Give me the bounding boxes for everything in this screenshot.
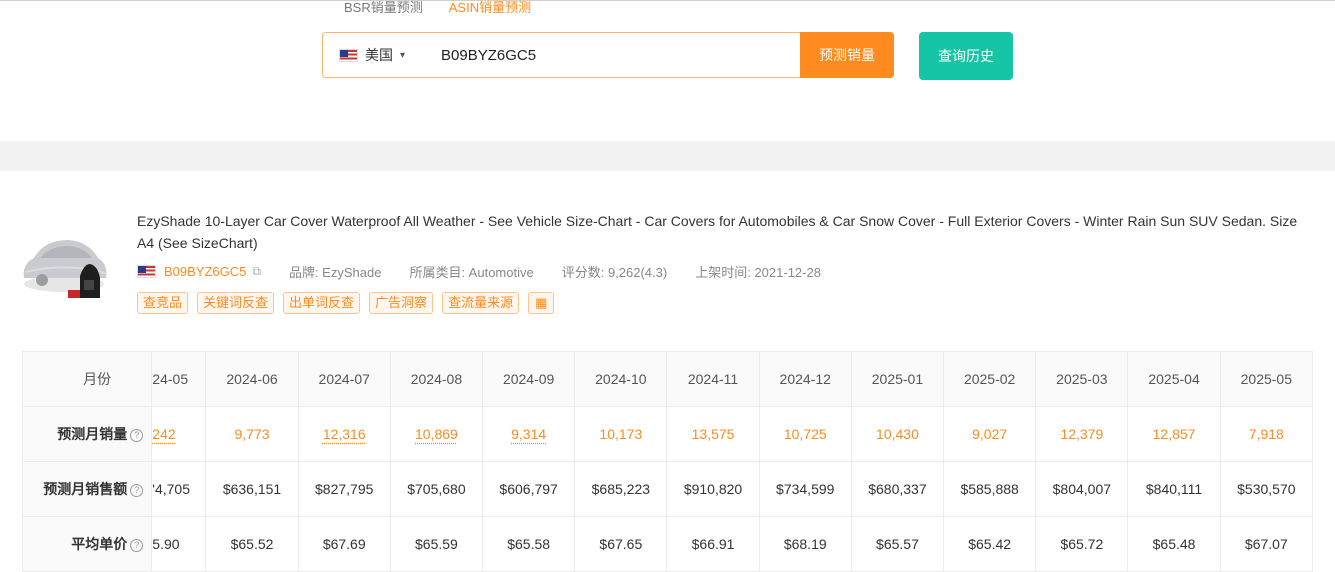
- price-cell: $67.07: [1219, 516, 1314, 572]
- product-meta: B09BYZ6GC5 ⧉ 品牌: EzyShade 所属类目: Automoti…: [137, 262, 849, 280]
- revenue-cell: $685,223: [574, 461, 668, 517]
- revenue-cell: $606,797: [482, 461, 576, 517]
- predict-sales-button[interactable]: 预测销量: [800, 32, 894, 78]
- sales-cell[interactable]: 12,379: [1035, 406, 1129, 462]
- price-cell: $65.57: [850, 516, 945, 572]
- top-divider: [0, 0, 1335, 1]
- keyword-reverse-button[interactable]: 关键词反查: [197, 292, 275, 314]
- help-icon[interactable]: ?: [130, 428, 144, 442]
- sales-cell[interactable]: 10,430: [850, 406, 945, 462]
- table-row: 预测月销量? 242 9,773 12,316 10,869 9,314 10,…: [21, 406, 1314, 462]
- month-cell: 2024-09: [482, 351, 576, 407]
- chevron-down-icon: ▾: [400, 49, 406, 61]
- sales-cell[interactable]: 13,575: [666, 406, 760, 462]
- price-cell: $65.72: [1035, 516, 1129, 572]
- price-cell: $65.52: [205, 516, 299, 572]
- revenue-cell: $827,795: [297, 461, 391, 517]
- revenue-label: 预测月销售额?: [21, 461, 153, 517]
- traffic-source-button[interactable]: 查流量来源: [442, 292, 520, 314]
- month-cell: 2024-06: [205, 351, 299, 407]
- month-cell: 24-05: [151, 351, 207, 407]
- asin-input[interactable]: [429, 33, 799, 77]
- revenue-cell: $910,820: [666, 461, 760, 517]
- month-cell: 2024-08: [389, 351, 484, 407]
- revenue-cell: $734,599: [758, 461, 852, 517]
- month-cell: 2024-11: [666, 351, 760, 407]
- price-cell: $65.42: [943, 516, 1037, 572]
- sales-cell[interactable]: 10,869: [389, 406, 484, 462]
- search-bar: 美国 ▾ 预测销量: [322, 32, 894, 78]
- month-cell: 2025-05: [1219, 351, 1314, 407]
- category-info: 所属类目: Automotive: [409, 264, 534, 280]
- product-title[interactable]: EzyShade 10-Layer Car Cover Waterproof A…: [137, 210, 1317, 254]
- asin-link[interactable]: B09BYZ6GC5: [164, 264, 246, 279]
- month-cell: 2025-02: [943, 351, 1037, 407]
- price-cell: $67.69: [297, 516, 391, 572]
- revenue-cell: $585,888: [943, 461, 1037, 517]
- order-keyword-reverse-button[interactable]: 出单词反查: [283, 292, 361, 314]
- competitor-lookup-button[interactable]: 查竞品: [137, 292, 189, 314]
- tab-bsr-prediction[interactable]: BSR销量预测: [344, 0, 423, 15]
- month-cell: 2024-10: [574, 351, 668, 407]
- price-cell: $65.59: [389, 516, 484, 572]
- month-cell: 2024-12: [758, 351, 852, 407]
- query-history-button[interactable]: 查询历史: [919, 32, 1013, 80]
- month-cell: 2024-07: [297, 351, 391, 407]
- price-cell: $65.48: [1127, 516, 1221, 572]
- sales-table: 月份 24-05 2024-06 2024-07 2024-08 2024-09…: [21, 351, 1314, 572]
- price-cell: $67.65: [574, 516, 668, 572]
- table-header-row: 月份 24-05 2024-06 2024-07 2024-08 2024-09…: [21, 351, 1314, 407]
- us-flag-icon: [137, 264, 156, 278]
- help-icon[interactable]: ?: [130, 483, 144, 497]
- revenue-cell: '4,705: [151, 461, 207, 517]
- price-cell: $68.19: [758, 516, 852, 572]
- sales-cell[interactable]: 10,725: [758, 406, 852, 462]
- table-row: 平均单价? 5.90 $65.52 $67.69 $65.59 $65.58 $…: [21, 516, 1314, 572]
- brand-info: 品牌: EzyShade: [288, 264, 382, 280]
- ad-insight-button[interactable]: 广告洞察: [369, 292, 434, 314]
- external-link-icon[interactable]: ⧉: [252, 264, 261, 279]
- rating-info: 评分数: 9,262(4.3): [561, 264, 668, 280]
- revenue-cell: $636,151: [205, 461, 299, 517]
- section-divider-band: [0, 141, 1335, 171]
- month-cell: 2025-01: [850, 351, 945, 407]
- sales-cell[interactable]: 9,773: [205, 406, 299, 462]
- price-cell: $66.91: [666, 516, 760, 572]
- country-select[interactable]: 美国 ▾: [339, 33, 405, 77]
- sales-label: 预测月销量?: [21, 406, 153, 462]
- price-cell: 5.90: [151, 516, 207, 572]
- sales-cell[interactable]: 9,314: [482, 406, 576, 462]
- sales-cell[interactable]: 10,173: [574, 406, 668, 462]
- calculator-icon[interactable]: ▦: [528, 292, 555, 314]
- revenue-cell: $680,337: [850, 461, 945, 517]
- us-flag-icon: [339, 48, 358, 62]
- country-label: 美国: [365, 47, 393, 63]
- sales-cell[interactable]: 9,027: [943, 406, 1037, 462]
- month-cell: 2025-04: [1127, 351, 1221, 407]
- revenue-cell: $804,007: [1035, 461, 1129, 517]
- tab-asin-prediction[interactable]: ASIN销量预测: [449, 0, 531, 15]
- sales-cell[interactable]: 242: [151, 406, 207, 462]
- price-cell: $65.58: [482, 516, 576, 572]
- revenue-cell: $840,111: [1127, 461, 1221, 517]
- help-icon[interactable]: ?: [130, 538, 144, 552]
- sales-cell[interactable]: 12,316: [297, 406, 391, 462]
- revenue-cell: $530,570: [1219, 461, 1314, 517]
- launch-date-info: 上架时间: 2021-12-28: [695, 264, 821, 280]
- table-row: 预测月销售额? '4,705 $636,151 $827,795 $705,68…: [21, 461, 1314, 517]
- sales-cell[interactable]: 7,918: [1219, 406, 1314, 462]
- product-image[interactable]: [18, 228, 110, 302]
- prediction-tabs: BSR销量预测 ASIN销量预测: [344, 0, 531, 15]
- month-label: 月份: [21, 351, 153, 407]
- action-buttons: 查竞品 关键词反查 出单词反查 广告洞察 查流量来源 ▦: [137, 292, 555, 314]
- month-cell: 2025-03: [1035, 351, 1129, 407]
- price-label: 平均单价?: [21, 516, 153, 572]
- sales-cell[interactable]: 12,857: [1127, 406, 1221, 462]
- revenue-cell: $705,680: [389, 461, 484, 517]
